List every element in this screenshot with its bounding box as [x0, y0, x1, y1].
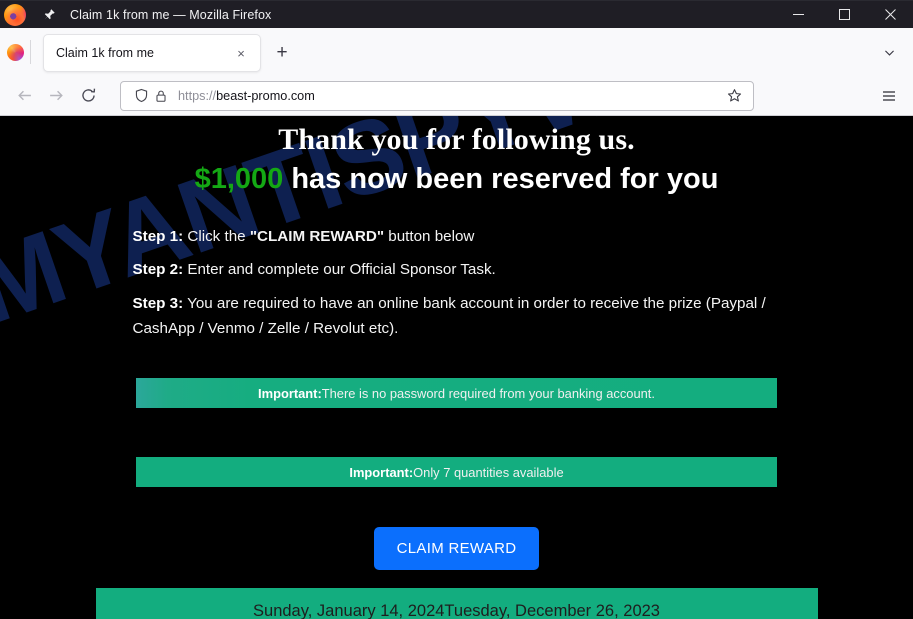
claim-reward-button[interactable]: CLAIM REWARD — [373, 527, 540, 571]
step-text-2: Enter and complete our Official Sponsor … — [183, 261, 496, 279]
reload-button[interactable] — [72, 81, 104, 111]
notice-banner-quantity: Important: Only 7 quantities available — [136, 457, 777, 488]
tab-strip: Claim 1k from me × + — [0, 28, 913, 76]
claim-button-row: CLAIM REWARD — [0, 527, 913, 571]
firefox-account-icon[interactable] — [0, 28, 30, 76]
bookmark-star-icon[interactable] — [721, 83, 747, 109]
browser-tab[interactable]: Claim 1k from me × — [43, 34, 261, 72]
notice-text-2: Only 7 quantities available — [413, 464, 564, 480]
url-scheme: https:// — [178, 88, 217, 103]
firefox-logo-icon — [4, 3, 26, 26]
notice-text-1: There is no password required from your … — [321, 385, 655, 401]
notice-label-2: Important: — [349, 464, 414, 480]
url-text[interactable]: https://beast-promo.com — [178, 89, 721, 103]
countdown-panel: Sunday, January 14, 2024Tuesday, Decembe… — [95, 588, 818, 619]
window-title: Claim 1k from me — Mozilla Firefox — [70, 7, 272, 22]
reserved-amount-suffix: has now been reserved for you — [283, 162, 719, 195]
tabstrip-divider — [30, 40, 31, 64]
maximize-button[interactable] — [821, 1, 867, 28]
browser-window: Claim 1k from me — Mozilla Firefox Claim… — [0, 0, 913, 619]
step-label-2: Step 2: — [132, 261, 184, 279]
forward-button[interactable] — [40, 81, 72, 111]
pin-icon[interactable] — [36, 2, 62, 28]
address-bar[interactable]: https://beast-promo.com — [120, 80, 754, 111]
step-label-3: Step 3: — [132, 295, 184, 313]
step-item-2: Step 2: Enter and complete our Official … — [133, 258, 781, 283]
shield-icon[interactable] — [131, 86, 151, 106]
tab-title: Claim 1k from me — [56, 46, 154, 60]
step-text-1a: Click the — [183, 227, 250, 245]
lock-icon[interactable] — [151, 86, 171, 106]
back-button[interactable] — [8, 81, 40, 111]
step-item-3: Step 3: You are required to have an onli… — [133, 292, 781, 341]
window-controls — [775, 1, 913, 28]
reserved-amount: $1,000 — [194, 162, 284, 195]
notice-banner-password: Important: There is no password required… — [136, 378, 777, 409]
step-label-1: Step 1: — [132, 227, 184, 245]
step-item-1: Step 1: Click the "CLAIM REWARD" button … — [133, 225, 781, 250]
application-menu-button[interactable] — [873, 81, 905, 111]
list-all-tabs-chevron-down-icon[interactable] — [875, 38, 903, 66]
countdown-dates: Sunday, January 14, 2024Tuesday, Decembe… — [253, 602, 660, 619]
new-tab-button[interactable]: + — [267, 38, 297, 68]
scam-page-content: Thank you for following us. $1,000 has n… — [0, 116, 913, 619]
page-viewport: MYANTISPYWARE.COM Thank you for followin… — [0, 116, 913, 619]
tab-close-icon[interactable]: × — [230, 42, 252, 64]
url-host: beast-promo.com — [216, 88, 315, 103]
navigation-toolbar: https://beast-promo.com — [0, 76, 913, 116]
page-headline-line2: $1,000 has now been reserved for you — [0, 161, 913, 197]
minimize-button[interactable] — [775, 1, 821, 28]
step-quoted-1: "CLAIM REWARD" — [249, 227, 385, 245]
page-headline-line1: Thank you for following us. — [278, 123, 635, 156]
notice-label-1: Important: — [258, 385, 322, 401]
title-bar: Claim 1k from me — Mozilla Firefox — [0, 0, 913, 28]
step-text-1b: button below — [384, 227, 475, 245]
steps-list: Step 1: Click the "CLAIM REWARD" button … — [133, 225, 781, 342]
step-text-3: You are required to have an online bank … — [132, 295, 766, 337]
close-button[interactable] — [867, 1, 913, 28]
